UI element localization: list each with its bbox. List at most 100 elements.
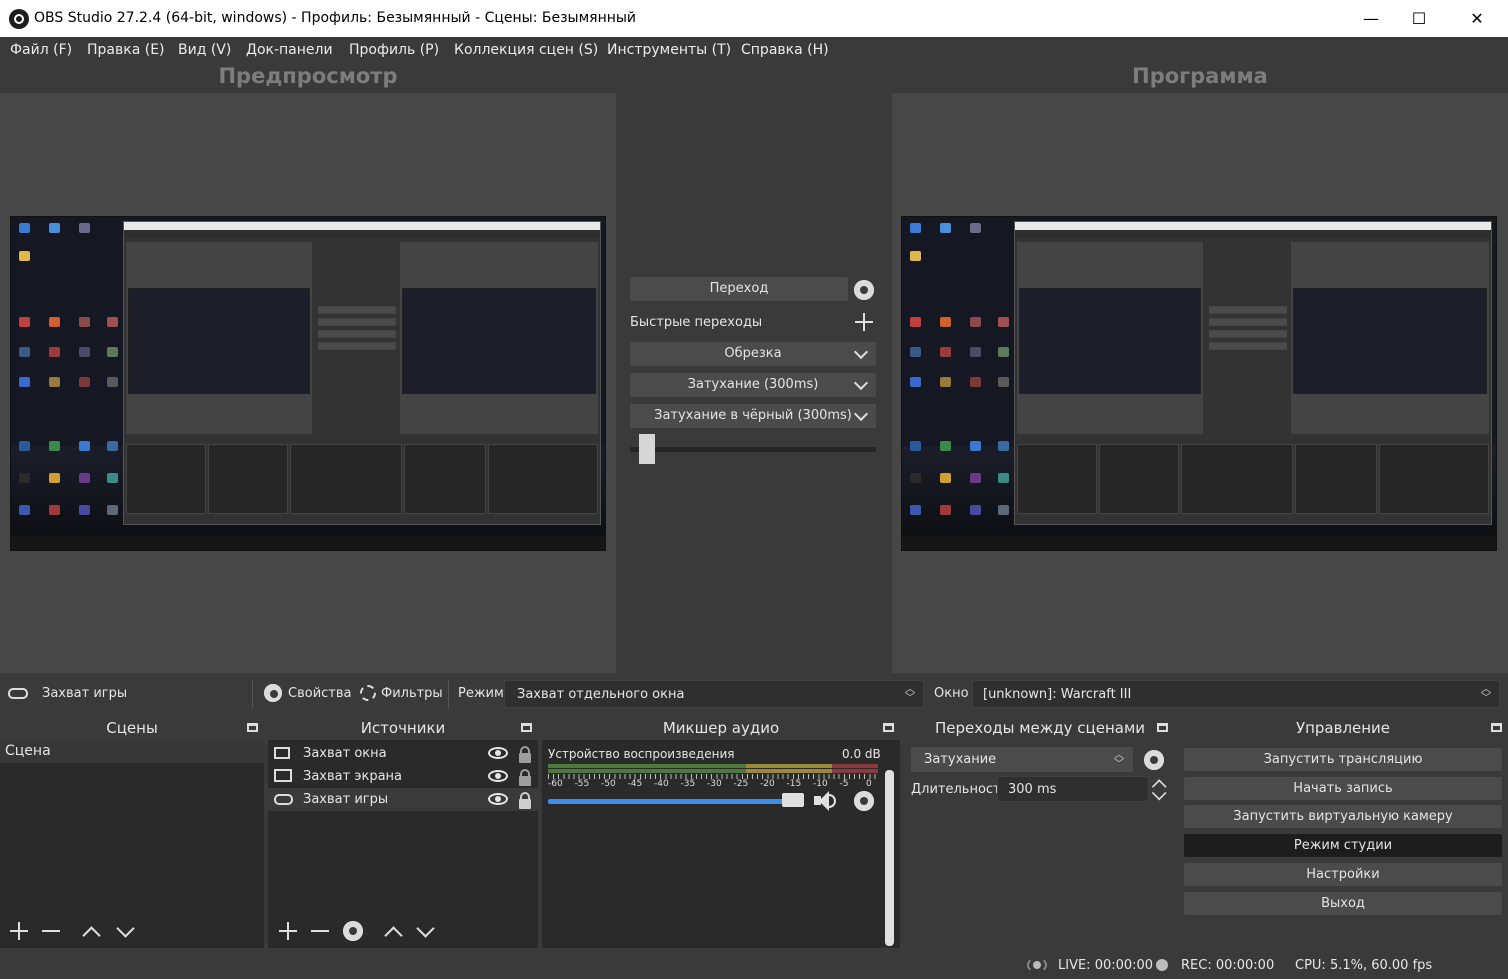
transition-settings-gear-icon[interactable]: [854, 280, 874, 300]
meter-scale-label: -60: [548, 779, 563, 789]
menu-edit[interactable]: Правка (E): [87, 42, 165, 58]
move-scene-up-icon[interactable]: [82, 923, 98, 939]
window-title: OBS Studio 27.2.4 (64-bit, windows) - Пр…: [34, 10, 637, 26]
sources-dock-title: Источники: [360, 719, 446, 737]
menu-profile[interactable]: Профиль (P): [349, 42, 439, 58]
undock-icon[interactable]: [247, 723, 258, 732]
window-select[interactable]: [unknown]: Warcraft III ︿ ﹀: [972, 680, 1500, 708]
minimize-button[interactable]: —: [1348, 0, 1394, 37]
lock-icon[interactable]: [519, 792, 531, 809]
menu-docks[interactable]: Док-панели: [246, 42, 333, 58]
volume-slider-fill: [548, 799, 804, 804]
visibility-eye-icon[interactable]: [488, 747, 508, 759]
add-quick-transition-plus-icon[interactable]: [855, 313, 873, 331]
meter-scale-label: -50: [601, 779, 616, 789]
quick-transition-label: Затухание в чёрный (300ms): [654, 408, 852, 423]
filters-button[interactable]: Фильтры: [381, 686, 443, 701]
spin-arrows-icon: ︿ ﹀: [1481, 684, 1491, 704]
source-item-game-capture[interactable]: Захват игры: [268, 788, 538, 811]
start-virtual-camera-button[interactable]: Запустить виртуальную камеру: [1184, 805, 1502, 828]
source-item-window-capture[interactable]: Захват окна: [268, 742, 538, 765]
undock-icon[interactable]: [521, 723, 532, 732]
live-timer: LIVE: 00:00:00: [1058, 958, 1154, 973]
transition-select[interactable]: Затухание ︿ ﹀: [911, 747, 1133, 772]
remove-scene-minus-icon[interactable]: [42, 922, 60, 940]
menu-tools[interactable]: Инструменты (T): [607, 42, 731, 58]
undock-icon[interactable]: [1157, 723, 1168, 732]
speaker-icon[interactable]: [814, 790, 842, 812]
meter-scale-label: -30: [707, 779, 722, 789]
preview-screen-capture: [10, 216, 606, 551]
add-scene-plus-icon[interactable]: [10, 922, 28, 940]
duration-input[interactable]: 300 ms: [997, 776, 1149, 802]
undock-icon[interactable]: [1491, 723, 1502, 732]
t-bar-handle[interactable]: [639, 434, 656, 464]
close-button[interactable]: ✕: [1454, 0, 1500, 37]
move-source-up-icon[interactable]: [384, 923, 400, 939]
meter-scale-label: -45: [627, 779, 643, 789]
visibility-eye-icon[interactable]: [488, 770, 508, 782]
menu-view[interactable]: Вид (V): [178, 42, 231, 58]
add-source-plus-icon[interactable]: [279, 922, 297, 940]
lock-icon[interactable]: [519, 746, 531, 763]
obs-logo-icon: [9, 9, 29, 29]
toolbar-divider: [252, 680, 253, 708]
program-title: Программа: [1132, 64, 1268, 88]
display-capture-icon: [274, 769, 292, 782]
level-meter-bottom: [548, 769, 878, 773]
chevron-down-icon: [853, 406, 869, 422]
scene-transitions-title: Переходы между сценами: [934, 719, 1146, 737]
menu-help[interactable]: Справка (H): [741, 42, 829, 58]
current-source-name: Захват игры: [42, 686, 128, 701]
menu-file[interactable]: Файл (F): [10, 42, 72, 58]
menu-bar: Файл (F) Правка (E) Вид (V) Док-панели П…: [0, 37, 1508, 65]
meter-scale-label: -10: [813, 779, 828, 789]
scene-transitions-dock: Переходы между сценами Затухание ︿ ﹀ Длит…: [906, 716, 1174, 948]
properties-button[interactable]: Свойства: [288, 686, 352, 701]
studio-mode-button[interactable]: Режим студии: [1184, 834, 1502, 857]
quick-transition-cut[interactable]: Обрезка: [630, 342, 876, 366]
undock-icon[interactable]: [883, 723, 894, 732]
start-recording-button[interactable]: Начать запись: [1184, 777, 1502, 800]
duration-decrease-icon[interactable]: [1152, 789, 1165, 802]
audio-settings-gear-icon[interactable]: [854, 791, 874, 811]
mode-select[interactable]: Захват отдельного окна ︿ ﹀: [504, 680, 924, 708]
visibility-eye-icon[interactable]: [488, 793, 508, 805]
source-properties-gear-icon[interactable]: [343, 921, 363, 941]
move-source-down-icon[interactable]: [416, 923, 432, 939]
toolbar-divider: [448, 680, 449, 708]
sources-list: Захват окна Захват экрана Захват игры: [268, 740, 538, 948]
meter-scale-label: -15: [786, 779, 802, 789]
audio-db-value: 0.0 dB: [842, 747, 881, 761]
meter-scale-label: -25: [733, 779, 749, 789]
rec-timer: REC: 00:00:00: [1181, 958, 1275, 973]
quick-transition-fade[interactable]: Затухание (300ms): [630, 373, 876, 397]
chevron-down-icon: [853, 375, 869, 391]
settings-button[interactable]: Настройки: [1184, 863, 1502, 886]
move-scene-down-icon[interactable]: [116, 923, 132, 939]
level-meter-top: [548, 764, 878, 768]
exit-button[interactable]: Выход: [1184, 892, 1502, 915]
source-item-display-capture[interactable]: Захват экрана: [268, 765, 538, 788]
remove-source-minus-icon[interactable]: [311, 922, 329, 940]
meter-scale-label: -35: [680, 779, 696, 789]
quick-transition-label: Затухание (300ms): [687, 377, 819, 392]
maximize-button[interactable]: ☐: [1396, 0, 1442, 37]
spin-arrows-icon: ︿ ﹀: [1114, 750, 1124, 770]
title-bar: OBS Studio 27.2.4 (64-bit, windows) - Пр…: [0, 0, 1508, 37]
quick-transition-fade-to-black[interactable]: Затухание в чёрный (300ms): [630, 404, 876, 428]
audio-mixer-title: Микшер аудио: [662, 719, 780, 737]
scene-item[interactable]: Сцена: [0, 740, 264, 763]
menu-scene-collection[interactable]: Коллекция сцен (S): [454, 42, 598, 58]
volume-slider-handle[interactable]: [782, 793, 804, 807]
mixer-scrollbar[interactable]: [885, 770, 894, 946]
preview-title: Предпросмотр: [218, 64, 398, 88]
transition-properties-gear-icon[interactable]: [1144, 750, 1164, 770]
audio-mixer-body: Устройство воспроизведения 0.0 dB -60 -55…: [542, 740, 900, 948]
transition-button[interactable]: Переход: [630, 277, 848, 301]
lock-icon[interactable]: [519, 769, 531, 786]
start-streaming-button[interactable]: Запустить трансляцию: [1184, 748, 1502, 771]
meter-scale-label: -55: [574, 779, 590, 789]
audio-mixer-dock: Микшер аудио Устройство воспроизведения …: [542, 716, 900, 948]
preview-canvas[interactable]: [0, 93, 616, 673]
